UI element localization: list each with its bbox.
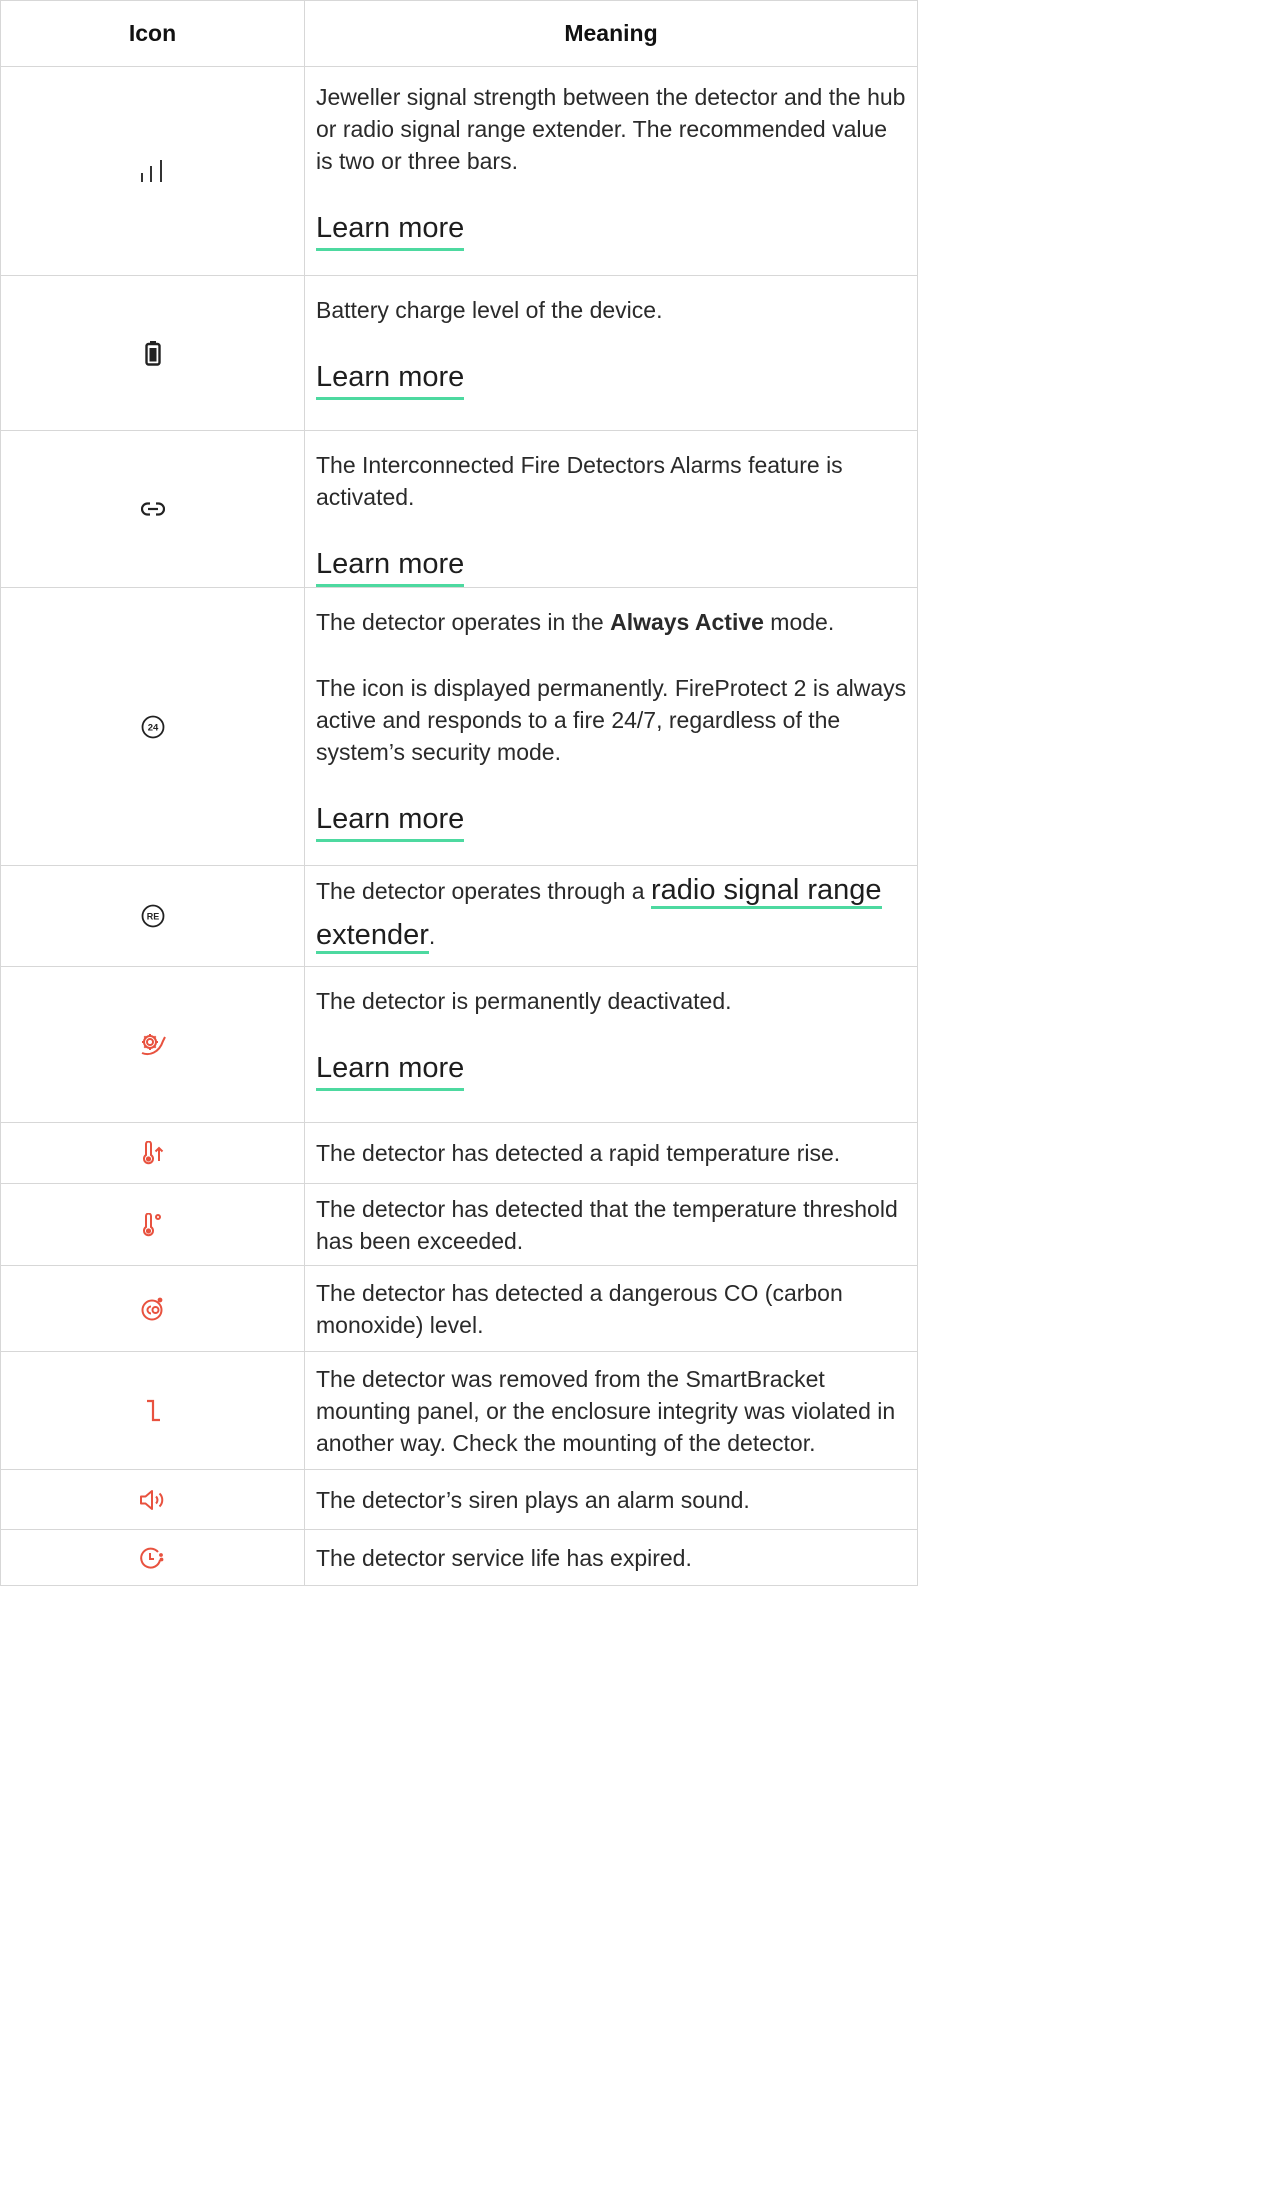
column-header-meaning: Meaning bbox=[304, 0, 918, 67]
row-description: The detector operates in the Always Acti… bbox=[316, 609, 835, 635]
row-description: Jeweller signal strength between the det… bbox=[316, 84, 906, 174]
row-description: The detector has detected that the tempe… bbox=[316, 1195, 898, 1254]
table-row: The Interconnected Fire Detectors Alarms… bbox=[0, 430, 918, 588]
learn-more-link[interactable]: Learn more bbox=[316, 545, 465, 587]
temperature-threshold-icon bbox=[142, 1212, 164, 1237]
row-description: The detector service life has expired. bbox=[316, 1544, 692, 1571]
learn-more-link[interactable]: Learn more bbox=[316, 358, 465, 400]
signal-strength-icon bbox=[140, 160, 166, 182]
svg-text:24: 24 bbox=[147, 722, 158, 733]
column-header-icon: Icon bbox=[0, 0, 305, 67]
row-description: Battery charge level of the device. bbox=[316, 297, 663, 323]
row-description-2: The icon is displayed permanently. FireP… bbox=[316, 675, 907, 765]
row-description: The detector’s siren plays an alarm soun… bbox=[316, 1486, 750, 1513]
link-icon bbox=[140, 501, 165, 517]
always-active-24-icon: 24 bbox=[141, 715, 165, 739]
service-life-clock-icon bbox=[139, 1546, 167, 1570]
always-active-label: Always Active bbox=[610, 609, 764, 635]
deactivated-gear-icon bbox=[139, 1033, 167, 1057]
learn-more-link[interactable]: Learn more bbox=[316, 209, 465, 251]
tamper-icon bbox=[145, 1399, 161, 1423]
table-row: The detector’s siren plays an alarm soun… bbox=[0, 1469, 918, 1530]
table-row: Battery charge level of the device. Lear… bbox=[0, 275, 918, 431]
table-row: The detector service life has expired. bbox=[0, 1529, 918, 1586]
row-description: The detector was removed from the SmartB… bbox=[316, 1365, 896, 1456]
table-row: The detector was removed from the SmartB… bbox=[0, 1351, 918, 1470]
icons-table: Icon Meaning Jeweller signal strength be… bbox=[0, 0, 918, 1586]
co-icon bbox=[140, 1297, 166, 1321]
row-description: The detector has detected a rapid temper… bbox=[316, 1140, 841, 1166]
table-row: RE The detector operates through a radio… bbox=[0, 865, 918, 967]
table-header-row: Icon Meaning bbox=[0, 0, 918, 67]
range-extender-re-icon: RE bbox=[141, 904, 165, 928]
temperature-rise-icon bbox=[141, 1141, 165, 1165]
battery-icon bbox=[144, 340, 161, 366]
learn-more-link[interactable]: Learn more bbox=[316, 1049, 465, 1091]
row-description: The detector is permanently deactivated. bbox=[316, 988, 732, 1014]
table-row: The detector is permanently deactivated.… bbox=[0, 966, 918, 1123]
row-description: The Interconnected Fire Detectors Alarms… bbox=[316, 452, 843, 510]
table-row: Jeweller signal strength between the det… bbox=[0, 66, 918, 276]
svg-text:RE: RE bbox=[146, 912, 159, 922]
learn-more-link[interactable]: Learn more bbox=[316, 800, 465, 842]
row-description: The detector has detected a dangerous CO… bbox=[316, 1279, 843, 1338]
table-row: The detector has detected that the tempe… bbox=[0, 1183, 918, 1266]
table-row: The detector has detected a rapid temper… bbox=[0, 1122, 918, 1184]
table-row: 24 The detector operates in the Always A… bbox=[0, 587, 918, 866]
table-row: The detector has detected a dangerous CO… bbox=[0, 1265, 918, 1352]
row-description: The detector operates through a radio si… bbox=[316, 868, 907, 958]
siren-speaker-icon bbox=[139, 1488, 167, 1512]
